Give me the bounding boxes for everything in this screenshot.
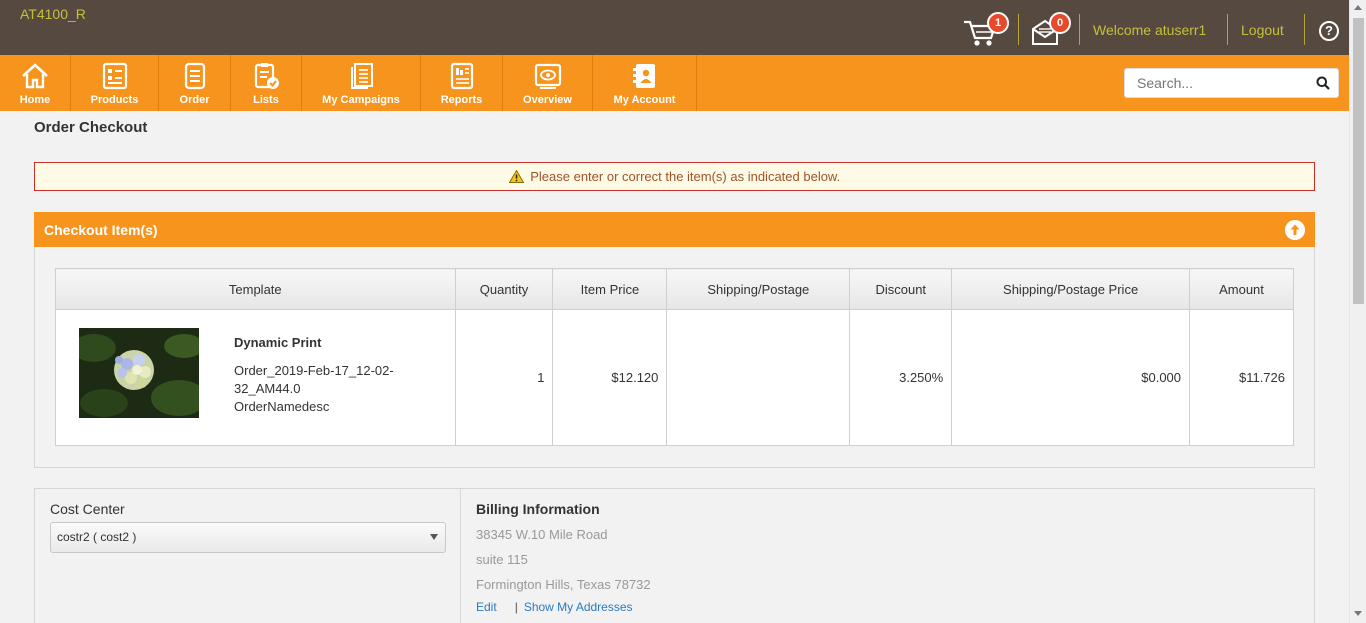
top-bar: AT4100_R 1 0 Welcome atuserr1 Logout ? [0, 0, 1349, 55]
link-separator: | [514, 600, 518, 614]
column-header: Discount [849, 268, 953, 310]
column-header: Template [55, 268, 456, 310]
nav-label: Home [19, 94, 51, 106]
column-header: Quantity [454, 268, 554, 310]
template-name: Dynamic Print [234, 335, 322, 350]
table-row: Dynamic Print Order_2019-Feb-17_12-02-32… [55, 309, 1294, 446]
order-name: Order_2019-Feb-17_12-02-32_AM44.0 [234, 363, 394, 396]
help-icon[interactable]: ? [1319, 21, 1339, 41]
scroll-up-icon[interactable] [1354, 5, 1362, 10]
cart-count-badge: 1 [987, 12, 1009, 34]
cost-center-value: costr2 ( cost2 ) [57, 530, 137, 544]
nav-overview[interactable]: Overview [503, 55, 593, 111]
message-count-badge: 0 [1049, 12, 1071, 34]
home-icon [22, 63, 48, 89]
nav-my-account[interactable]: My Account [593, 55, 697, 111]
brand-name: AT4100_R [20, 6, 86, 22]
divider [1018, 14, 1019, 45]
nav-label: Reports [440, 94, 483, 106]
nav-lists[interactable]: Lists [231, 55, 302, 111]
page-title: Order Checkout [34, 119, 148, 136]
divider [1227, 14, 1228, 45]
nav-my-campaigns[interactable]: My Campaigns [302, 55, 421, 111]
welcome-text: Welcome atuserr1 [1093, 22, 1207, 38]
campaigns-icon [351, 63, 373, 89]
nav-label: Order [179, 94, 210, 106]
nav-products[interactable]: Products [71, 55, 159, 111]
panel-title: Checkout Item(s) [44, 222, 158, 238]
logout-link[interactable]: Logout [1241, 22, 1284, 38]
page-scrollbar[interactable] [1349, 0, 1366, 623]
nav-label: My Campaigns [322, 94, 400, 106]
edit-address-link[interactable]: Edit [476, 600, 497, 614]
amount-cell: $11.726 [1189, 309, 1294, 446]
order-description: OrderNamedesc [234, 399, 330, 414]
search-box [1124, 68, 1339, 98]
main-nav: Home Products Order Lists My Campaigns R… [0, 55, 1349, 111]
checkout-items-header[interactable]: Checkout Item(s) [34, 212, 1315, 247]
nav-label: Products [90, 94, 139, 106]
cost-center-select[interactable]: costr2 ( cost2 ) [50, 522, 446, 553]
chevron-down-icon [430, 534, 438, 540]
warning-icon [508, 170, 524, 183]
divider [1079, 14, 1080, 45]
item-price-cell: $12.120 [552, 309, 668, 446]
shipping-cell [666, 309, 851, 446]
scroll-down-icon[interactable] [1354, 611, 1362, 616]
products-icon [102, 62, 127, 90]
show-addresses-link[interactable]: Show My Addresses [524, 600, 633, 614]
order-icon [184, 62, 205, 90]
validation-alert: Please enter or correct the item(s) as i… [34, 162, 1315, 191]
address-line-3: Formington Hills, Texas 78732 [476, 577, 651, 592]
reports-icon [450, 62, 473, 90]
discount-cell: 3.250% [849, 309, 953, 446]
table-header-row: Template Quantity Item Price Shipping/Po… [55, 268, 1294, 310]
address-line-1: 38345 W.10 Mile Road [476, 527, 608, 542]
checkout-table: Template Quantity Item Price Shipping/Po… [55, 268, 1294, 446]
search-input[interactable] [1125, 69, 1305, 97]
column-header: Amount [1189, 268, 1294, 310]
hydrangea-image [79, 328, 199, 418]
alert-text: Please enter or correct the item(s) as i… [530, 169, 841, 184]
column-header: Item Price [552, 268, 668, 310]
scrollbar-thumb[interactable] [1353, 18, 1364, 304]
address-line-2: suite 115 [476, 552, 528, 567]
nav-label: Overview [523, 94, 572, 106]
collapse-icon[interactable] [1285, 220, 1305, 240]
search-icon[interactable] [1316, 76, 1330, 90]
nav-reports[interactable]: Reports [421, 55, 503, 111]
nav-order[interactable]: Order [159, 55, 231, 111]
column-header: Shipping/Postage Price [951, 268, 1191, 310]
billing-panel: Billing Information 38345 W.10 Mile Road… [460, 488, 1315, 623]
template-cell: Dynamic Print Order_2019-Feb-17_12-02-32… [55, 309, 456, 446]
billing-links: Edit | Show My Addresses [476, 600, 633, 614]
billing-label: Billing Information [476, 501, 600, 517]
quantity-cell: 1 [454, 309, 554, 446]
divider [1304, 14, 1305, 45]
nav-label: My Account [613, 94, 676, 106]
cost-center-panel: Cost Center costr2 ( cost2 ) [34, 488, 461, 623]
cost-center-label: Cost Center [50, 501, 125, 517]
column-header: Shipping/Postage [666, 268, 851, 310]
account-icon [632, 64, 655, 88]
shipping-price-cell: $0.000 [951, 309, 1191, 446]
product-thumbnail[interactable] [79, 328, 199, 418]
nav-home[interactable]: Home [0, 55, 71, 111]
nav-label: Lists [253, 94, 279, 106]
lists-icon [254, 63, 279, 89]
overview-icon [534, 63, 561, 89]
